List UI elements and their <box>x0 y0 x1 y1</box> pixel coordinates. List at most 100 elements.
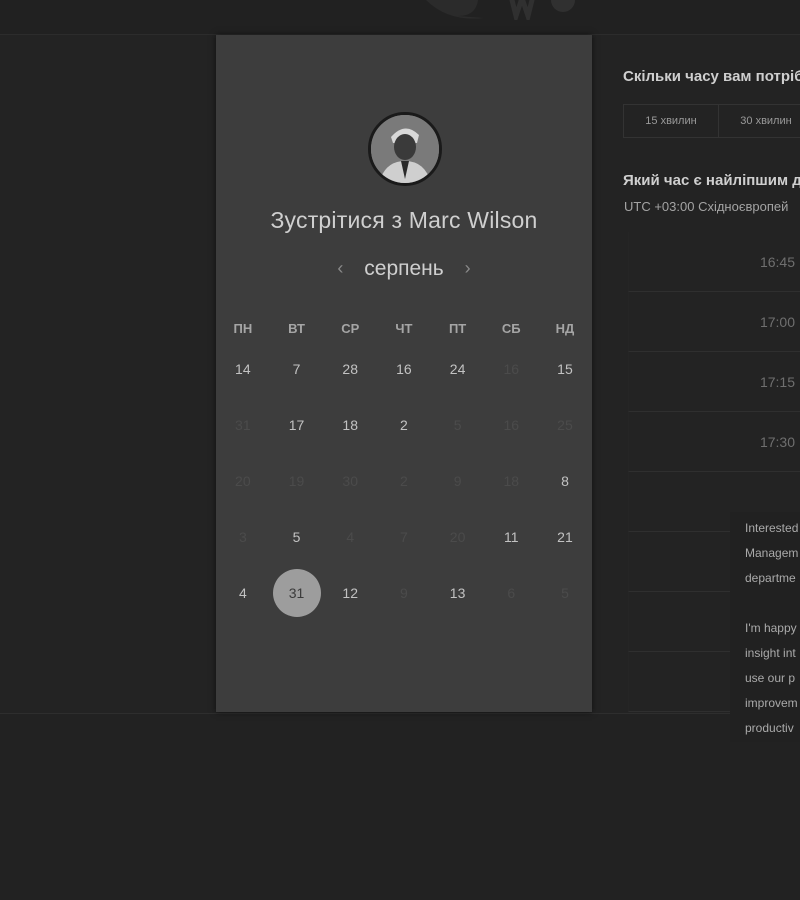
calendar-day: 3 <box>216 529 270 545</box>
popover-line: Interested <box>745 521 799 535</box>
calendar-day[interactable]: 14 <box>216 361 270 377</box>
calendar-day-number: 7 <box>400 529 408 545</box>
calendar-day-number: 8 <box>561 473 569 489</box>
calendar-day-number: 7 <box>292 361 301 377</box>
calendar-day[interactable]: 7 <box>270 361 324 377</box>
calendar-week-row: 3 5 4 7 20 11 21 <box>216 509 592 565</box>
calendar-day-selected[interactable]: 31 <box>270 569 324 617</box>
calendar-day: 2 <box>377 473 431 489</box>
calendar-day: 9 <box>377 585 431 601</box>
calendar-day: 6 <box>484 585 538 601</box>
brand-logo-icon <box>426 0 575 20</box>
duration-selector: 15 хвилин 30 хвилин <box>623 104 800 138</box>
duration-question: Скільки часу вам потріб <box>623 68 800 85</box>
calendar-week-row: 20 19 30 2 9 18 8 <box>216 453 592 509</box>
calendar-day[interactable]: 11 <box>484 529 538 545</box>
calendar-day-number: 5 <box>561 585 569 601</box>
popover-line: departme <box>745 571 796 585</box>
calendar-day-number: 3 <box>238 529 247 545</box>
calendar-day: 25 <box>538 417 592 433</box>
calendar-day-number: 19 <box>288 473 305 489</box>
chevron-left-icon[interactable]: ‹ <box>330 258 350 279</box>
popover-text: Interested Managem departme I'm happy insigh… <box>745 516 800 741</box>
calendar-day-number: 9 <box>453 473 462 489</box>
calendar-day[interactable]: 18 <box>323 417 377 433</box>
calendar-day: 19 <box>270 473 324 489</box>
calendar-day: 7 <box>377 529 431 545</box>
weekday-label: СР <box>341 320 360 336</box>
calendar-day[interactable]: 28 <box>323 361 377 377</box>
calendar-day[interactable]: 4 <box>216 585 270 601</box>
calendar-day[interactable]: 15 <box>538 361 592 377</box>
calendar-day: 16 <box>484 361 538 377</box>
calendar-day-number: 2 <box>400 417 408 433</box>
calendar-day-number: 16 <box>503 361 520 377</box>
popover-line: insight int <box>745 646 796 660</box>
divider <box>0 713 800 714</box>
calendar-day-number: 28 <box>342 361 358 377</box>
calendar-week-row: 14 7 28 16 24 16 15 <box>216 341 592 397</box>
calendar-day[interactable]: 2 <box>377 417 431 433</box>
time-slot[interactable]: 16:45 <box>628 232 800 292</box>
calendar-day: 20 <box>216 473 270 489</box>
meeting-title: Зустрітися з Marc Wilson <box>270 207 538 233</box>
month-label: серпень <box>364 257 444 280</box>
calendar-day-number: 18 <box>503 473 520 489</box>
weekday-label: ВТ <box>288 320 305 336</box>
calendar-day-number: 16 <box>396 361 412 377</box>
timezone-selector[interactable]: UTC +03:00 Східноєвропей <box>624 199 788 214</box>
calendar-day-number: 6 <box>507 585 516 601</box>
calendar-day[interactable]: 13 <box>431 585 485 601</box>
calendar-day-number: 12 <box>342 585 358 601</box>
calendar-day[interactable]: 5 <box>270 529 324 545</box>
duration-option-30[interactable]: 30 хвилин <box>719 105 800 137</box>
calendar-day-number: 31 <box>272 569 321 617</box>
calendar-day: 9 <box>431 473 485 489</box>
calendar-day-number: 4 <box>346 529 355 545</box>
calendar-day-number: 21 <box>557 529 573 545</box>
calendar-day[interactable]: 8 <box>538 473 592 489</box>
calendar-day: 5 <box>538 585 592 601</box>
weekday-label: ПН <box>233 320 253 336</box>
calendar-day-number: 20 <box>235 473 251 489</box>
calendar-day[interactable]: 17 <box>270 417 324 433</box>
calendar-day: 31 <box>216 417 270 433</box>
calendar-day-number: 24 <box>449 361 466 377</box>
calendar-day-number: 20 <box>449 529 466 545</box>
calendar-day-number: 31 <box>235 417 251 433</box>
time-slot[interactable]: 17:00 <box>628 292 800 352</box>
weekday-header: ПН ВТ СР ЧТ ПТ СБ НД <box>216 315 592 341</box>
popover-line: productiv <box>745 721 794 735</box>
calendar-day-number: 11 <box>504 529 519 545</box>
person-icon <box>371 115 439 183</box>
weekday-label: НД <box>555 320 575 336</box>
calendar-day: 16 <box>484 417 538 433</box>
calendar-day: 4 <box>323 529 377 545</box>
calendar-day: 18 <box>484 473 538 489</box>
calendar-day-number: 4 <box>238 585 247 601</box>
time-slot[interactable]: 17:30 <box>628 412 800 472</box>
calendar-day: 20 <box>431 529 485 545</box>
popover-line: improvem <box>745 696 798 710</box>
chevron-right-icon[interactable]: › <box>458 258 478 279</box>
calendar-day-number: 17 <box>288 417 305 433</box>
calendar-day[interactable]: 12 <box>323 585 377 601</box>
calendar-day[interactable]: 21 <box>538 529 592 545</box>
calendar-grid: ПН ВТ СР ЧТ ПТ СБ НД 14 7 28 16 24 16 15 31 17 18 2 5 16 25… <box>216 315 592 621</box>
booking-card: Зустрітися з Marc Wilson ‹ серпень › ПН В… <box>216 35 592 712</box>
weekday-label: ПТ <box>448 320 467 336</box>
calendar-day[interactable]: 24 <box>431 361 485 377</box>
calendar-day: 30 <box>323 473 377 489</box>
time-slot[interactable]: 17:15 <box>628 352 800 412</box>
month-navigator: ‹ серпень › <box>216 257 592 281</box>
top-bar <box>0 0 800 35</box>
calendar-day-number: 15 <box>557 361 573 377</box>
calendar-day[interactable]: 16 <box>377 361 431 377</box>
calendar-week-row: 31 17 18 2 5 16 25 <box>216 397 592 453</box>
calendar-day-number: 2 <box>400 473 408 489</box>
time-question: Який час є найліпшим д <box>623 172 800 189</box>
duration-option-15[interactable]: 15 хвилин <box>624 105 719 137</box>
popover-line: Managem <box>745 546 799 560</box>
weekday-label: ЧТ <box>395 320 413 336</box>
